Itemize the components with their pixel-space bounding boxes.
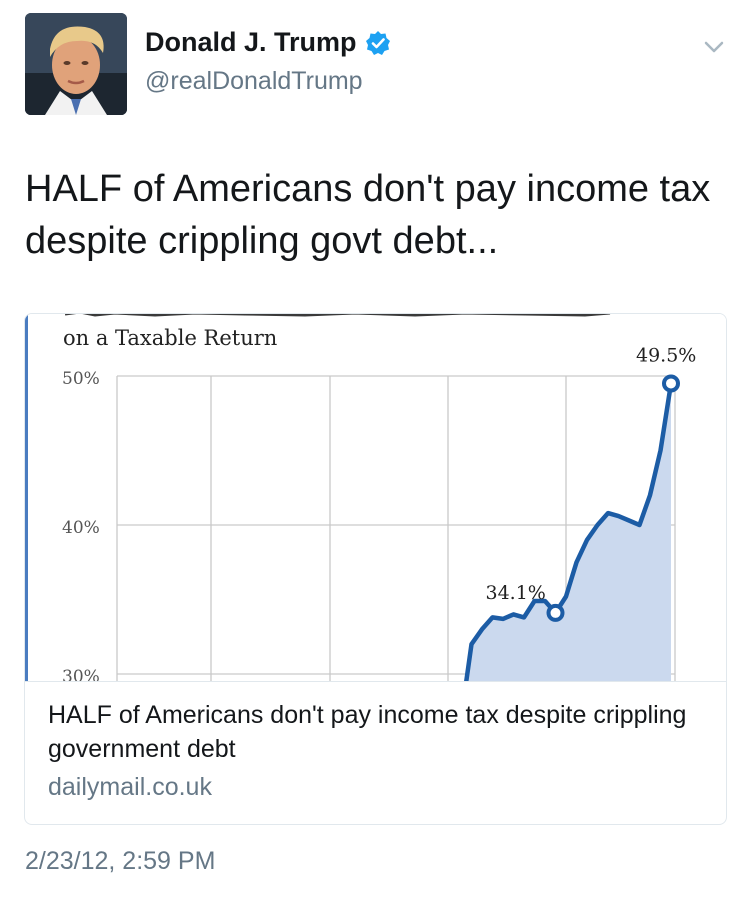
data-label: 49.5% [636,344,696,366]
card-image: on a Taxable Return 50% 40% 30% 34.1% 49.5% [25,314,726,682]
link-card[interactable]: on a Taxable Return 50% 40% 30% 34.1% 49.5%… [24,313,727,825]
timestamp[interactable]: 2/23/12, 2:59 PM [25,847,215,876]
chart-ytick-layer: 50% 40% 30% [62,369,100,681]
chart-title: on a Taxable Return [63,326,277,350]
card-title[interactable]: HALF of Americans don't pay income tax d… [48,698,708,766]
y-tick-label: 30% [62,667,100,681]
avatar[interactable] [25,13,127,115]
card-domain[interactable]: dailymail.co.uk [48,773,212,802]
verified-badge-icon [365,30,391,56]
y-tick-label: 40% [62,518,100,538]
data-point-marker [546,603,565,622]
tweet-text: HALF of Americans don't pay income tax d… [25,168,711,262]
chart: on a Taxable Return 50% 40% 30% 34.1% 49.5% [25,314,696,681]
chart-left-border [25,314,28,681]
data-label: 34.1% [486,582,546,604]
chart-cropped-title-line [65,314,611,317]
data-point-marker [662,374,680,393]
y-tick-label: 50% [62,369,100,389]
author-handle[interactable]: @realDonaldTrump [145,67,363,96]
author-name[interactable]: Donald J. Trump [145,27,357,58]
avatar-portrait [25,13,127,115]
author-name-row[interactable]: Donald J. Trump [145,27,391,58]
chevron-down-icon[interactable] [701,34,727,60]
